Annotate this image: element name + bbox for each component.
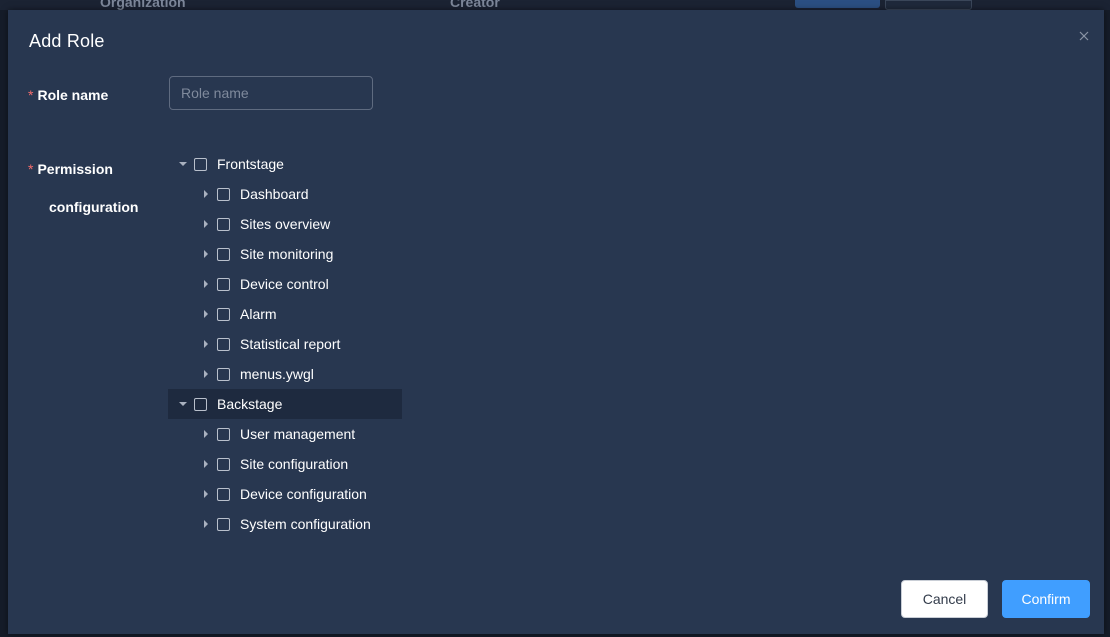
bg-label-creator: Creator bbox=[450, 0, 500, 10]
permission-label: * Permission bbox=[28, 161, 113, 177]
tree-node-label: Site monitoring bbox=[240, 246, 334, 262]
role-name-label-text: Role name bbox=[37, 87, 109, 103]
tree-node-backstage[interactable]: Backstage bbox=[168, 389, 402, 419]
checkbox[interactable] bbox=[217, 427, 230, 441]
tree-node-device-control[interactable]: Device control bbox=[168, 269, 408, 299]
close-icon[interactable] bbox=[1076, 28, 1092, 44]
dialog-title: Add Role bbox=[29, 31, 105, 51]
tree-node-menus-ywgl[interactable]: menus.ywgl bbox=[168, 359, 408, 389]
tree-node-label: Alarm bbox=[240, 306, 277, 322]
bg-search-button bbox=[795, 0, 880, 8]
checkbox[interactable] bbox=[217, 337, 230, 351]
tree-node-dashboard[interactable]: Dashboard bbox=[168, 179, 408, 209]
tree-node-label: Frontstage bbox=[217, 156, 284, 172]
checkbox[interactable] bbox=[217, 367, 230, 381]
tree-node-label: Sites overview bbox=[240, 216, 331, 232]
tree-node-device-configuration[interactable]: Device configuration bbox=[168, 479, 408, 509]
tree-node-user-management[interactable]: User management bbox=[168, 419, 408, 449]
tree-node-site-configuration[interactable]: Site configuration bbox=[168, 449, 408, 479]
role-name-input[interactable] bbox=[169, 76, 373, 110]
caret-right-icon[interactable] bbox=[201, 489, 211, 499]
permission-label-line2: configuration bbox=[49, 199, 139, 215]
caret-right-icon[interactable] bbox=[201, 189, 211, 199]
checkbox[interactable] bbox=[217, 247, 230, 261]
checkbox[interactable] bbox=[217, 277, 230, 291]
tree-node-label: Statistical report bbox=[240, 336, 341, 352]
required-mark: * bbox=[28, 87, 34, 103]
checkbox[interactable] bbox=[217, 307, 230, 321]
tree-node-site-monitoring[interactable]: Site monitoring bbox=[168, 239, 408, 269]
tree-node-frontstage[interactable]: Frontstage bbox=[168, 149, 408, 179]
tree-node-label: Device configuration bbox=[240, 486, 367, 502]
tree-node-label: System configuration bbox=[240, 516, 371, 532]
tree-node-label: Site configuration bbox=[240, 456, 349, 472]
tree-node-label: Backstage bbox=[217, 396, 283, 412]
caret-down-icon[interactable] bbox=[178, 159, 188, 169]
background-search-bar: Organization Creator bbox=[0, 0, 1110, 10]
tree-node-label: User management bbox=[240, 426, 356, 442]
caret-right-icon[interactable] bbox=[201, 219, 211, 229]
caret-right-icon[interactable] bbox=[201, 279, 211, 289]
tree-node-system-configuration[interactable]: System configuration bbox=[168, 509, 408, 539]
caret-right-icon[interactable] bbox=[201, 249, 211, 259]
checkbox[interactable] bbox=[217, 517, 230, 531]
tree-node-alarm[interactable]: Alarm bbox=[168, 299, 408, 329]
caret-right-icon[interactable] bbox=[201, 309, 211, 319]
caret-right-icon[interactable] bbox=[201, 459, 211, 469]
bg-label-organization: Organization bbox=[100, 0, 186, 10]
checkbox[interactable] bbox=[217, 457, 230, 471]
checkbox[interactable] bbox=[217, 217, 230, 231]
cancel-button[interactable]: Cancel bbox=[901, 580, 988, 618]
add-role-dialog: Add Role *Role name *Permission configur… bbox=[8, 10, 1104, 634]
caret-right-icon[interactable] bbox=[201, 429, 211, 439]
caret-down-icon[interactable] bbox=[178, 399, 188, 409]
tree-node-label: Device control bbox=[240, 276, 329, 292]
permission-label-line1: Permission bbox=[37, 161, 113, 177]
checkbox[interactable] bbox=[194, 397, 207, 411]
tree-node-sites-overview[interactable]: Sites overview bbox=[168, 209, 408, 239]
checkbox[interactable] bbox=[217, 487, 230, 501]
role-name-label: * Role name bbox=[28, 87, 108, 103]
caret-right-icon[interactable] bbox=[201, 519, 211, 529]
bg-reset-button bbox=[885, 0, 972, 10]
checkbox[interactable] bbox=[194, 157, 207, 171]
tree-node-statistical-report[interactable]: Statistical report bbox=[168, 329, 408, 359]
checkbox[interactable] bbox=[217, 187, 230, 201]
required-mark: * bbox=[28, 161, 34, 177]
tree-node-label: Dashboard bbox=[240, 186, 309, 202]
caret-right-icon[interactable] bbox=[201, 369, 211, 379]
confirm-button[interactable]: Confirm bbox=[1002, 580, 1090, 618]
permission-tree: Frontstage Dashboard Sites overview Site… bbox=[168, 149, 408, 539]
caret-right-icon[interactable] bbox=[201, 339, 211, 349]
tree-node-label: menus.ywgl bbox=[240, 366, 314, 382]
